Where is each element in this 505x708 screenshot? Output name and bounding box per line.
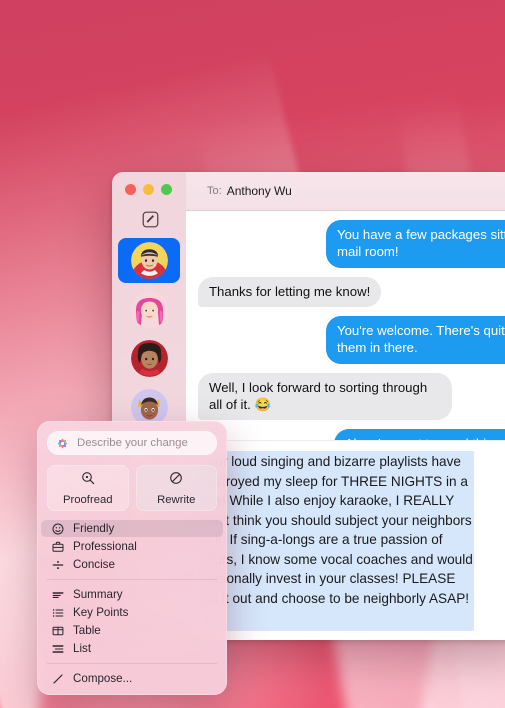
menu-item-concise[interactable]: Concise bbox=[41, 556, 223, 573]
friendly-label: Friendly bbox=[73, 522, 115, 535]
briefcase-icon bbox=[51, 540, 64, 553]
zoom-button[interactable] bbox=[161, 184, 172, 195]
popover-divider-2 bbox=[47, 663, 217, 664]
proofread-magnifier-icon bbox=[81, 471, 95, 490]
menu-item-compose[interactable]: Compose... bbox=[41, 670, 223, 687]
editor-text-content: Your loud singing and bizarre playlists … bbox=[200, 454, 473, 606]
key-points-label: Key Points bbox=[73, 606, 129, 619]
message-row: You're welcome. There's quite a pile of … bbox=[198, 316, 505, 364]
message-bubble-incoming[interactable]: Thanks for letting me know! bbox=[198, 276, 382, 308]
menu-item-key-points[interactable]: Key Points bbox=[41, 604, 223, 621]
menu-item-professional[interactable]: Professional bbox=[41, 538, 223, 555]
popover-divider-1 bbox=[47, 579, 217, 580]
conversation-list bbox=[112, 236, 186, 432]
compose-icon[interactable] bbox=[142, 211, 159, 228]
professional-label: Professional bbox=[73, 540, 137, 553]
writing-tools-popover: Proofread Rewrite Friendly bbox=[37, 421, 227, 695]
to-label: To: bbox=[207, 185, 222, 197]
menu-item-summary[interactable]: Summary bbox=[41, 586, 223, 603]
sidebar-item-conversation-1[interactable] bbox=[112, 236, 186, 285]
bullet-list-icon bbox=[51, 606, 64, 619]
avatar-memoji-pink-hair bbox=[130, 291, 168, 328]
menu-item-friendly[interactable]: Friendly bbox=[41, 520, 223, 537]
message-bubble-incoming[interactable]: Well, I look forward to sorting through … bbox=[198, 372, 452, 421]
message-bubble-outgoing[interactable]: You're welcome. There's quite a pile of … bbox=[326, 316, 505, 364]
avatar-person-cap bbox=[130, 242, 168, 279]
concise-label: Concise bbox=[73, 558, 115, 571]
avatar-person-red-top bbox=[130, 340, 168, 377]
sidebar-item-conversation-3[interactable] bbox=[112, 334, 186, 383]
describe-change-field[interactable] bbox=[47, 431, 227, 455]
message-bubble-outgoing[interactable]: You have a few packages sitting in the m… bbox=[326, 220, 505, 268]
apple-intelligence-icon bbox=[56, 437, 69, 450]
table-label: Table bbox=[73, 624, 101, 637]
proofread-button[interactable]: Proofread bbox=[47, 465, 129, 511]
format-options-group: Summary Key Points Table List bbox=[37, 586, 227, 657]
smiley-face-icon bbox=[51, 522, 64, 535]
menu-item-table[interactable]: Table bbox=[41, 622, 223, 639]
window-controls bbox=[125, 184, 172, 195]
writing-tools-actions: Proofread Rewrite bbox=[47, 465, 217, 511]
text-align-icon bbox=[51, 588, 64, 601]
message-editor[interactable]: Your loud singing and bizarre playlists … bbox=[186, 440, 505, 640]
message-row: Well, I look forward to sorting through … bbox=[198, 372, 505, 421]
recipient-name[interactable]: Anthony Wu bbox=[227, 184, 292, 198]
list-lines-icon bbox=[51, 642, 64, 655]
rewrite-button[interactable]: Rewrite bbox=[135, 465, 217, 511]
describe-change-input[interactable] bbox=[75, 436, 227, 450]
sidebar-item-conversation-2[interactable] bbox=[112, 285, 186, 334]
message-row: You have a few packages sitting in the m… bbox=[198, 220, 505, 268]
message-row: Thanks for letting me know! bbox=[198, 276, 505, 308]
rewrite-label: Rewrite bbox=[157, 493, 196, 506]
table-grid-icon bbox=[51, 624, 64, 637]
editor-selected-text[interactable]: Your loud singing and bizarre playlists … bbox=[198, 451, 474, 632]
compose-label: Compose... bbox=[73, 672, 133, 685]
close-button[interactable] bbox=[125, 184, 136, 195]
summary-label: Summary bbox=[73, 588, 123, 601]
list-label: List bbox=[73, 642, 92, 655]
proofread-label: Proofread bbox=[62, 493, 113, 506]
divide-sign-icon bbox=[51, 558, 64, 571]
messages-main-pane: To: Anthony Wu You have a few packages s… bbox=[186, 172, 505, 640]
tone-options-group: Friendly Professional Concise bbox=[37, 520, 227, 573]
recipient-bar: To: Anthony Wu bbox=[186, 172, 505, 211]
pencil-stroke-icon bbox=[51, 672, 64, 685]
rewrite-circle-pen-icon bbox=[169, 471, 183, 490]
minimize-button[interactable] bbox=[143, 184, 154, 195]
menu-item-list[interactable]: List bbox=[41, 640, 223, 657]
